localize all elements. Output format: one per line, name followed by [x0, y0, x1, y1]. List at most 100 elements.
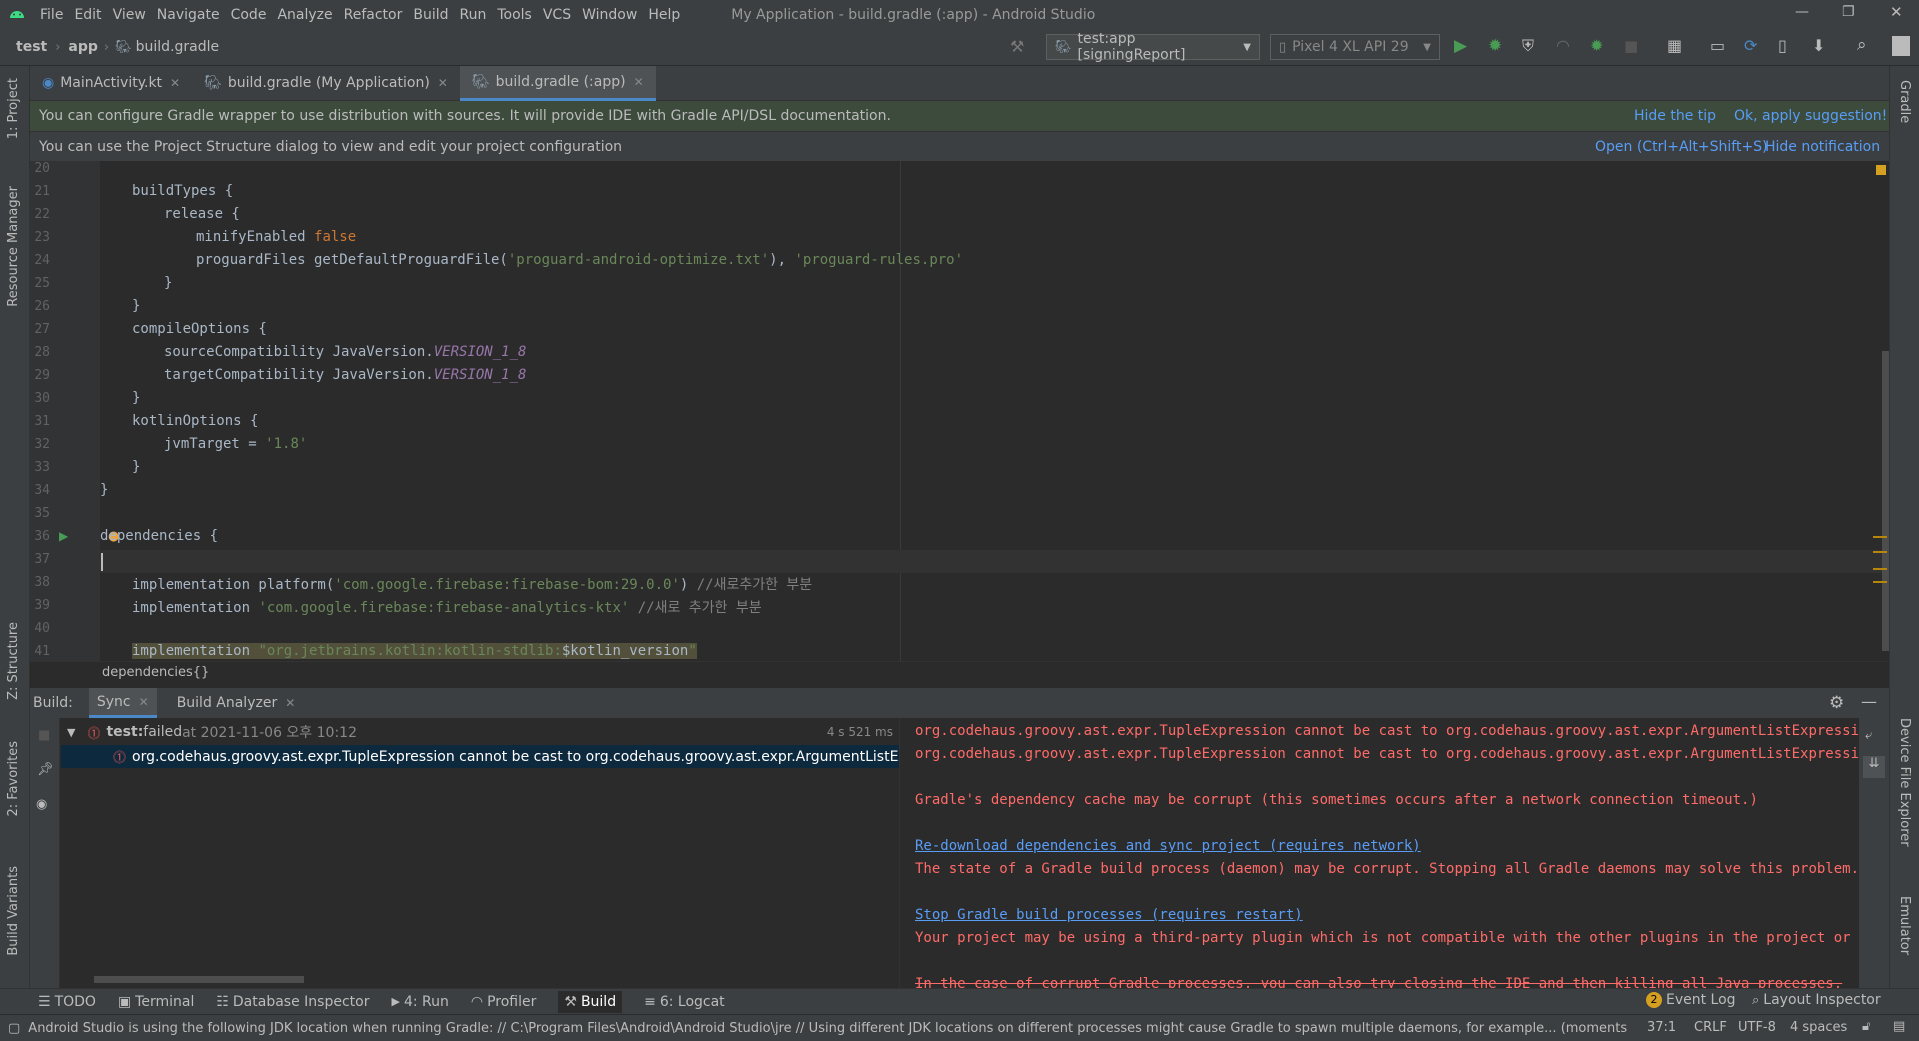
- tool-window-build-variants[interactable]: Build Variants: [6, 866, 21, 956]
- output-error-line: In the case of corrupt Gradle processes,…: [915, 976, 1843, 988]
- close-tab-icon[interactable]: ✕: [139, 695, 149, 709]
- tool-window-resource-manager[interactable]: Resource Manager: [6, 186, 21, 307]
- close-tab-icon[interactable]: ✕: [634, 75, 644, 89]
- tool-window-gradle[interactable]: Gradle: [1897, 80, 1912, 123]
- event-log[interactable]: 2 Event Log: [1646, 992, 1736, 1008]
- tab-build-analyzer[interactable]: Build Analyzer ✕: [169, 695, 304, 711]
- gear-icon[interactable]: ⚙: [1829, 693, 1844, 713]
- hammer-icon[interactable]: ⚒: [1010, 37, 1024, 56]
- run-config-dropdown[interactable]: 🐘︎ test:app [signingReport] ▼: [1046, 31, 1260, 63]
- close-window-icon[interactable]: ✕: [1890, 3, 1903, 21]
- apply-suggestion-link[interactable]: Ok, apply suggestion!: [1734, 108, 1887, 124]
- sync-project-icon[interactable]: ▭: [1710, 36, 1725, 55]
- status-message[interactable]: Android Studio is using the following JD…: [28, 1021, 1628, 1036]
- stop-gradle-processes-link[interactable]: Stop Gradle build processes (requires re…: [915, 907, 1303, 923]
- minimize-window-icon[interactable]: —: [1795, 4, 1809, 20]
- code-line-28: sourceCompatibility JavaVersion.VERSION_…: [164, 344, 527, 360]
- project-structure-icon[interactable]: ▦: [1667, 36, 1682, 55]
- tool-database-inspector[interactable]: ☷ Database Inspector: [216, 994, 369, 1010]
- tool-window-emulator[interactable]: Emulator: [1897, 896, 1912, 955]
- menu-view[interactable]: View: [113, 7, 146, 23]
- line-separator[interactable]: CRLF: [1694, 1020, 1727, 1035]
- tab-mainactivity[interactable]: ◉ MainActivity.kt ✕: [30, 66, 192, 101]
- tool-window-project[interactable]: 1: Project: [6, 78, 21, 139]
- close-tab-icon[interactable]: ✕: [438, 76, 448, 90]
- menu-window[interactable]: Window: [582, 7, 637, 23]
- tool-terminal[interactable]: ▣ Terminal: [118, 994, 194, 1010]
- tool-profiler[interactable]: ◠ Profiler: [471, 994, 537, 1010]
- menu-analyze[interactable]: Analyze: [277, 7, 332, 23]
- menu-tools[interactable]: Tools: [497, 7, 532, 23]
- tool-run[interactable]: ▶ 4: Run: [391, 994, 448, 1010]
- close-tab-icon[interactable]: ✕: [170, 76, 180, 90]
- run-config-label: test:app [signingReport]: [1077, 31, 1186, 63]
- run-gutter-icon[interactable]: ▶: [59, 529, 68, 543]
- open-project-structure-link[interactable]: Open (Ctrl+Alt+Shift+S): [1595, 139, 1768, 155]
- stop-build-icon[interactable]: ■: [38, 728, 50, 743]
- menu-run[interactable]: Run: [460, 7, 487, 23]
- menu-refactor[interactable]: Refactor: [344, 7, 403, 23]
- tab-build-gradle-app[interactable]: 🐘︎ build.gradle (:app) ✕: [459, 65, 656, 101]
- build-tree-root[interactable]: ▼ ⓵ test: failed at 2021-11-06 오후 10:12 …: [61, 721, 899, 743]
- attach-debugger-icon[interactable]: ✹: [1590, 36, 1603, 55]
- search-icon[interactable]: ⌕: [1857, 35, 1867, 55]
- layout-inspector[interactable]: ⌕ Layout Inspector: [1752, 992, 1881, 1008]
- tool-build[interactable]: ⚒ Build: [558, 990, 623, 1013]
- memory-indicator-icon[interactable]: ▤: [1893, 1019, 1905, 1034]
- build-tool-header: Build: Sync ✕ Build Analyzer ✕ ⚙ —: [30, 688, 1889, 718]
- lock-icon[interactable]: 🔓︎: [1862, 1019, 1870, 1034]
- line-number: 40: [34, 621, 50, 636]
- tool-logcat[interactable]: ≡ 6: Logcat: [644, 994, 725, 1010]
- breadcrumb-project[interactable]: test: [16, 39, 47, 55]
- soft-wrap-icon[interactable]: ⤶: [1865, 728, 1872, 743]
- debug-icon[interactable]: ✹: [1488, 36, 1502, 56]
- menu-vcs[interactable]: VCS: [543, 7, 571, 23]
- expand-arrow-icon[interactable]: ▼: [67, 726, 75, 739]
- user-avatar-icon[interactable]: [1892, 36, 1910, 56]
- minimize-panel-icon[interactable]: —: [1861, 692, 1877, 711]
- pin-icon[interactable]: 📌︎: [37, 762, 54, 777]
- restore-window-icon[interactable]: ❐: [1842, 4, 1855, 20]
- file-encoding[interactable]: UTF-8: [1738, 1020, 1776, 1035]
- menu-build[interactable]: Build: [413, 7, 448, 23]
- run-icon[interactable]: ▶: [1454, 36, 1467, 56]
- code-breadcrumb[interactable]: dependencies{}: [30, 661, 1889, 683]
- menu-navigate[interactable]: Navigate: [157, 7, 220, 23]
- scroll-to-end-icon[interactable]: ⇊: [1863, 756, 1885, 778]
- status-toggle-icon[interactable]: ▢: [8, 1021, 20, 1036]
- hide-tip-link[interactable]: Hide the tip: [1634, 108, 1716, 124]
- tool-todo[interactable]: ☰ TODO: [38, 994, 96, 1010]
- banner-text: You can use the Project Structure dialog…: [39, 138, 623, 155]
- menu-file[interactable]: File: [40, 7, 63, 23]
- tab-build-gradle-project[interactable]: 🐘︎ build.gradle (My Application) ✕: [192, 66, 460, 101]
- eye-icon[interactable]: ◉: [36, 797, 47, 812]
- device-dropdown[interactable]: ▯ Pixel 4 XL API 29 ▼: [1270, 34, 1440, 60]
- menu-help[interactable]: Help: [648, 7, 680, 23]
- breadcrumb-file[interactable]: build.gradle: [136, 39, 220, 55]
- sdk-manager-icon[interactable]: ⬇: [1812, 36, 1825, 55]
- hide-notification-link[interactable]: Hide notification: [1765, 139, 1880, 155]
- tool-window-structure[interactable]: Z: Structure: [6, 622, 21, 700]
- avd-manager-icon[interactable]: ▯: [1778, 36, 1787, 55]
- indent-setting[interactable]: 4 spaces: [1790, 1020, 1847, 1035]
- profile-icon[interactable]: ◠: [1556, 36, 1570, 55]
- menu-edit[interactable]: Edit: [74, 7, 101, 23]
- breadcrumb-module[interactable]: app: [68, 39, 98, 55]
- warning-marker[interactable]: [1876, 165, 1886, 175]
- close-tab-icon[interactable]: ✕: [285, 696, 295, 710]
- redownload-dependencies-link[interactable]: Re-download dependencies and sync projec…: [915, 838, 1421, 854]
- tool-window-favorites[interactable]: 2: Favorites: [6, 741, 21, 817]
- stop-icon[interactable]: ■: [1624, 37, 1638, 55]
- tab-sync[interactable]: Sync ✕: [88, 688, 157, 718]
- menu-bar: File Edit View Navigate Code Analyze Ref…: [0, 0, 1919, 29]
- editor-scrollbar-thumb[interactable]: [1882, 351, 1889, 651]
- build-tree-error[interactable]: ⓵ org.codehaus.groovy.ast.expr.TupleExpr…: [61, 745, 899, 768]
- menu-code[interactable]: Code: [231, 7, 267, 23]
- caret-position[interactable]: 37:1: [1647, 1020, 1676, 1035]
- output-error-line: org.codehaus.groovy.ast.expr.TupleExpres…: [915, 723, 1876, 739]
- tree-horizontal-scrollbar[interactable]: [94, 976, 304, 983]
- run-with-coverage-icon[interactable]: ⛨: [1522, 36, 1534, 56]
- tool-window-device-file-explorer[interactable]: Device File Explorer: [1897, 718, 1912, 847]
- code-editor[interactable]: 20 21 22 23 24 25 26 27 28 29 30 31 32 3…: [30, 161, 1889, 661]
- gradle-sync-icon[interactable]: ⟳: [1744, 36, 1757, 55]
